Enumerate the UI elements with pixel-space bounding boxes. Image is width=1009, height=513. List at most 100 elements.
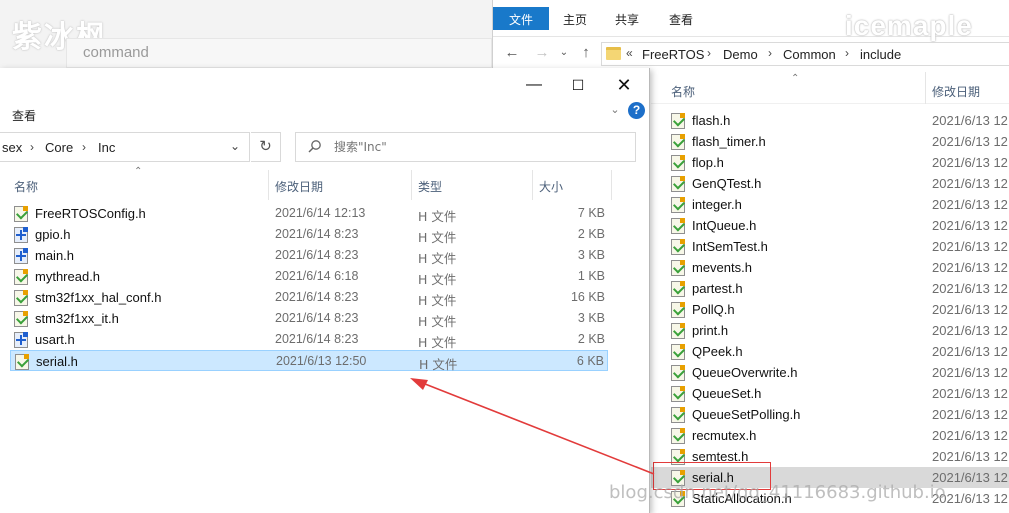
file-row[interactable]: usart.h 2021/6/14 8:23 H 文件 2 KB: [10, 329, 608, 350]
column-date-header[interactable]: 修改日期: [932, 83, 980, 100]
file-date: 2021/6/13 12:50: [276, 354, 367, 368]
file-row[interactable]: print.h 2021/6/13 12: [651, 320, 1009, 341]
file-row[interactable]: flash.h 2021/6/13 12: [651, 110, 1009, 131]
h-file-icon: [671, 365, 685, 381]
up-arrow-icon[interactable]: ↑: [577, 44, 595, 62]
file-name: flash_timer.h: [692, 134, 766, 149]
file-size: 6 KB: [576, 354, 604, 368]
file-type: H 文件: [418, 293, 457, 308]
file-row[interactable]: QueueSetPolling.h 2021/6/13 12: [651, 404, 1009, 425]
file-row[interactable]: flop.h 2021/6/13 12: [651, 152, 1009, 173]
minimize-icon[interactable]: —: [522, 75, 546, 95]
file-type: H 文件: [418, 230, 457, 245]
h-file-icon: [671, 428, 685, 444]
file-date: 2021/6/14 6:18: [275, 269, 359, 283]
file-name: print.h: [692, 323, 729, 338]
breadcrumb-inc[interactable]: Inc: [98, 140, 115, 155]
file-date: 2021/6/14 12:13: [275, 206, 366, 220]
column-size-header[interactable]: 大小: [539, 178, 563, 195]
file-size: 2 KB: [577, 227, 605, 241]
file-date: 2021/6/14 8:23: [275, 227, 359, 241]
file-date: 2021/6/13 12: [932, 260, 1008, 275]
file-name: serial.h: [36, 354, 78, 369]
file-row[interactable]: FreeRTOSConfig.h 2021/6/14 12:13 H 文件 7 KB: [10, 203, 608, 224]
file-row[interactable]: IntSemTest.h 2021/6/13 12: [651, 236, 1009, 257]
blog-watermark: blog.csdn.net/qq_41116683.github.io: [609, 482, 946, 503]
breadcrumb-demo[interactable]: Demo: [723, 47, 758, 62]
ribbon-tab-share[interactable]: 共享: [615, 11, 639, 28]
file-date: 2021/6/14 8:23: [275, 311, 359, 325]
file-row[interactable]: flash_timer.h 2021/6/13 12: [651, 131, 1009, 152]
h-file-icon: [671, 239, 685, 255]
maximize-icon[interactable]: ☐: [566, 75, 590, 95]
column-divider[interactable]: [411, 170, 412, 200]
file-row[interactable]: QueueOverwrite.h 2021/6/13 12: [651, 362, 1009, 383]
title-bar[interactable]: — ☐ ✕: [0, 68, 650, 102]
file-row[interactable]: partest.h 2021/6/13 12: [651, 278, 1009, 299]
recent-locations-chevron-icon[interactable]: ⌄: [555, 44, 573, 62]
ribbon-tab-home[interactable]: 主页: [563, 11, 587, 28]
file-name: flash.h: [692, 113, 731, 128]
breadcrumb-overflow[interactable]: «: [626, 46, 633, 60]
file-name: FreeRTOSConfig.h: [35, 206, 146, 221]
column-date-header[interactable]: 修改日期: [275, 178, 323, 195]
file-name: flop.h: [692, 155, 724, 170]
file-row[interactable]: mythread.h 2021/6/14 6:18 H 文件 1 KB: [10, 266, 608, 287]
breadcrumb-core[interactable]: Core: [45, 140, 73, 155]
h-file-icon: [671, 302, 685, 318]
file-name: recmutex.h: [692, 428, 757, 443]
address-bar[interactable]: sex › Core › Inc ⌄: [0, 132, 250, 162]
h-file-icon: [671, 260, 685, 276]
h-file-icon: [671, 344, 685, 360]
search-box[interactable]: [295, 132, 636, 162]
column-divider[interactable]: [268, 170, 269, 200]
file-type: H 文件: [418, 335, 457, 350]
column-divider[interactable]: [532, 170, 533, 200]
file-row[interactable]: gpio.h 2021/6/14 8:23 H 文件 2 KB: [10, 224, 608, 245]
file-row[interactable]: QPeek.h 2021/6/13 12: [651, 341, 1009, 362]
breadcrumb-common[interactable]: Common: [783, 47, 836, 62]
file-row[interactable]: main.h 2021/6/14 8:23 H 文件 3 KB: [10, 245, 608, 266]
file-row[interactable]: recmutex.h 2021/6/13 12: [651, 425, 1009, 446]
ribbon-tab-view[interactable]: 查看: [12, 107, 36, 124]
ribbon-collapse-chevron-icon[interactable]: ⌄: [607, 103, 623, 119]
column-name-header[interactable]: 名称: [14, 178, 38, 195]
breadcrumb-project[interactable]: sex: [2, 140, 22, 155]
file-row[interactable]: stm32f1xx_hal_conf.h 2021/6/14 8:23 H 文件 16…: [10, 287, 608, 308]
ribbon-tab-view[interactable]: 查看: [669, 11, 693, 28]
file-row[interactable]: QueueSet.h 2021/6/13 12: [651, 383, 1009, 404]
file-row[interactable]: mevents.h 2021/6/13 12: [651, 257, 1009, 278]
file-row[interactable]: serial.h 2021/6/13 12:50 H 文件 6 KB: [10, 350, 608, 372]
column-divider[interactable]: [611, 170, 612, 200]
breadcrumb-separator-icon: ›: [707, 46, 711, 60]
file-row[interactable]: GenQTest.h 2021/6/13 12: [651, 173, 1009, 194]
file-row[interactable]: stm32f1xx_it.h 2021/6/14 8:23 H 文件 3 KB: [10, 308, 608, 329]
refresh-icon[interactable]: ↻: [251, 132, 281, 162]
search-input[interactable]: [334, 137, 624, 157]
file-row[interactable]: PollQ.h 2021/6/13 12: [651, 299, 1009, 320]
h-file-icon: [14, 269, 28, 285]
h-file-icon: [14, 311, 28, 327]
column-type-header[interactable]: 类型: [418, 178, 442, 195]
breadcrumb-freertos[interactable]: FreeRTOS: [642, 47, 704, 62]
close-icon[interactable]: ✕: [612, 75, 636, 95]
forward-arrow-icon[interactable]: →: [533, 44, 551, 62]
right-address-bar[interactable]: « FreeRTOS › Demo › Common › include: [601, 42, 1009, 66]
file-row[interactable]: integer.h 2021/6/13 12: [651, 194, 1009, 215]
file-name: IntQueue.h: [692, 218, 757, 233]
h-file-blue-icon: [14, 332, 28, 348]
file-type: H 文件: [418, 272, 457, 287]
h-file-icon: [671, 218, 685, 234]
address-dropdown-chevron-icon[interactable]: ⌄: [230, 139, 240, 153]
h-file-icon: [15, 354, 29, 370]
help-icon[interactable]: ?: [628, 102, 645, 119]
file-row[interactable]: IntQueue.h 2021/6/13 12: [651, 215, 1009, 236]
back-arrow-icon[interactable]: ←: [503, 44, 521, 62]
column-name-header[interactable]: 名称: [671, 83, 695, 100]
h-file-icon: [671, 176, 685, 192]
file-date: 2021/6/13 12: [932, 155, 1008, 170]
file-date: 2021/6/13 12: [932, 113, 1008, 128]
breadcrumb-include[interactable]: include: [860, 47, 901, 62]
ribbon-tab-file[interactable]: 文件: [493, 7, 549, 30]
command-field[interactable]: command: [66, 38, 492, 68]
